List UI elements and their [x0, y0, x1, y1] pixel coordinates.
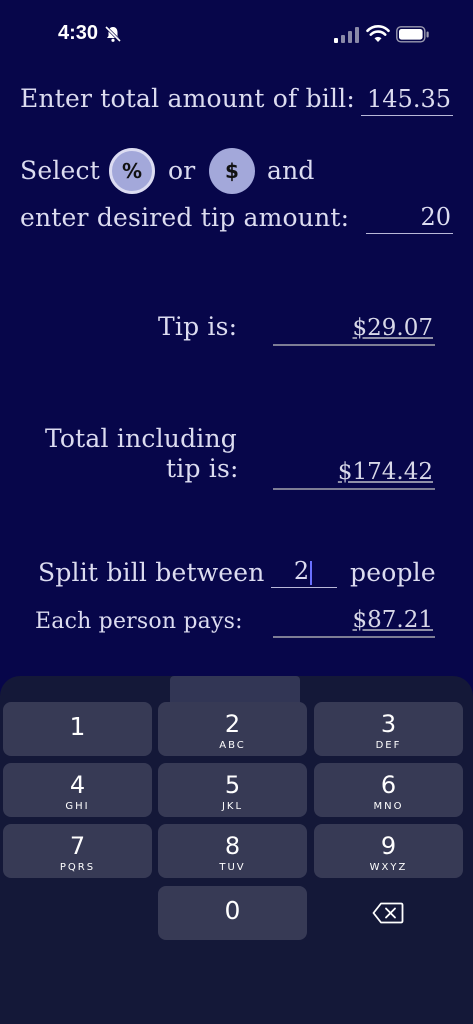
wifi-icon	[366, 25, 390, 42]
key-9[interactable]: 9 WXYZ	[314, 824, 463, 878]
status-time: 4:30	[58, 22, 99, 44]
split-people-value: 2	[293, 557, 310, 585]
key-4-number: 4	[69, 771, 86, 799]
key-1[interactable]: 1	[3, 702, 152, 756]
key-0-number: 0	[224, 896, 241, 925]
dollar-button[interactable]: $	[209, 148, 255, 194]
bill-label: Enter total amount of bill:	[20, 84, 356, 113]
split-label: Split bill between	[38, 558, 265, 587]
percent-button[interactable]: %	[109, 148, 155, 194]
dollar-label: $	[225, 159, 239, 183]
bill-amount-field[interactable]: 145.35	[361, 84, 453, 116]
key-7-number: 7	[69, 832, 86, 860]
and-label: and	[267, 156, 315, 185]
key-2-letters: ABC	[219, 740, 246, 751]
key-3-number: 3	[380, 710, 397, 738]
key-1-number: 1	[69, 712, 86, 741]
each-person-label: Each person pays:	[35, 609, 243, 634]
key-6-number: 6	[380, 771, 397, 799]
battery-icon	[396, 26, 429, 43]
key-3[interactable]: 3 DEF	[314, 702, 463, 756]
tip-amount-field[interactable]: 20	[366, 202, 453, 234]
key-6[interactable]: 6 MNO	[314, 763, 463, 817]
total-label-line2: tip is:	[166, 454, 239, 483]
signal-icon	[334, 27, 359, 43]
key-8[interactable]: 8 TUV	[158, 824, 307, 878]
key-4-letters: GHI	[65, 801, 90, 812]
key-5[interactable]: 5 JKL	[158, 763, 307, 817]
key-2-number: 2	[224, 710, 241, 738]
or-label: or	[168, 156, 196, 185]
key-9-letters: WXYZ	[369, 862, 408, 873]
key-4[interactable]: 4 GHI	[3, 763, 152, 817]
each-person-value: $87.21	[273, 604, 435, 638]
key-0[interactable]: 0	[158, 886, 307, 940]
key-8-letters: TUV	[219, 862, 246, 873]
total-value: $174.42	[273, 456, 435, 490]
text-cursor	[310, 560, 313, 585]
tip-amount-label: enter desired tip amount:	[20, 203, 350, 232]
key-7[interactable]: 7 PQRS	[3, 824, 152, 878]
select-label: Select	[20, 156, 100, 185]
bell-muted-icon	[104, 25, 122, 43]
split-people-field[interactable]: 2	[271, 556, 337, 588]
key-6-letters: MNO	[373, 801, 404, 812]
percent-label: %	[121, 159, 143, 183]
tip-value: $29.07	[273, 312, 435, 346]
total-label-line1: Total including	[45, 424, 237, 453]
key-5-letters: JKL	[221, 801, 244, 812]
key-8-number: 8	[224, 832, 241, 860]
key-5-number: 5	[224, 771, 241, 799]
key-9-number: 9	[380, 832, 397, 860]
key-3-letters: DEF	[375, 740, 402, 751]
backspace-icon[interactable]	[372, 902, 404, 924]
key-2[interactable]: 2 ABC	[158, 702, 307, 756]
people-label: people	[350, 558, 436, 587]
key-7-letters: PQRS	[59, 862, 96, 873]
tip-label: Tip is:	[158, 312, 238, 341]
status-bar: 4:30	[0, 0, 473, 70]
